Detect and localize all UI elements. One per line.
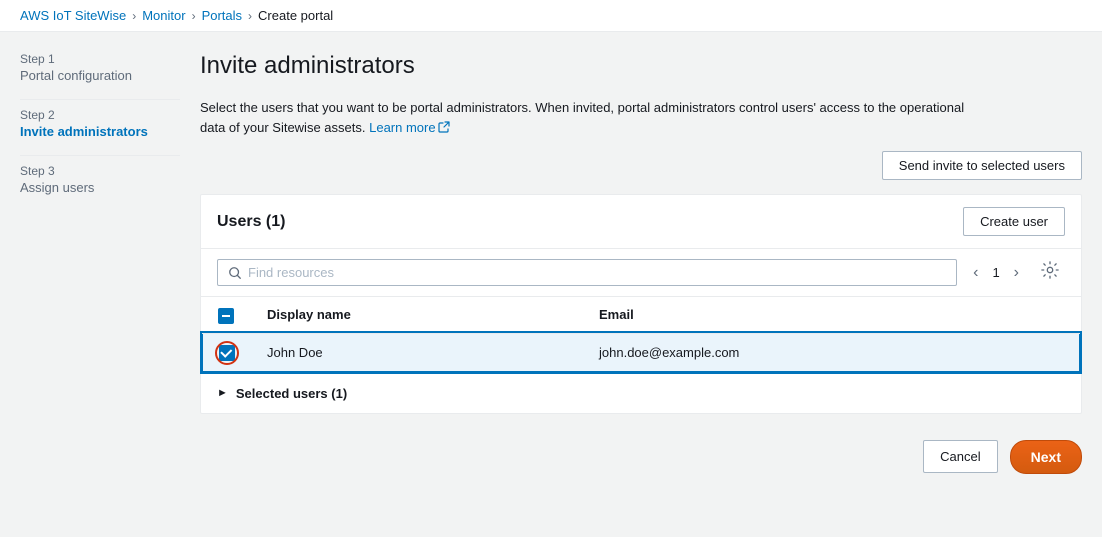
- page-wrapper: AWS IoT SiteWise › Monitor › Portals › C…: [0, 0, 1102, 537]
- table-settings-button[interactable]: [1035, 259, 1065, 286]
- next-button[interactable]: Next: [1010, 440, 1082, 474]
- search-icon: [228, 266, 242, 280]
- table-header-row: Display name Email: [202, 297, 1080, 333]
- breadcrumb-sep-2: ›: [192, 9, 196, 23]
- step-divider-1: [20, 99, 180, 100]
- page-description: Select the users that you want to be por…: [200, 98, 980, 137]
- breadcrumb-iot-sitewise[interactable]: AWS IoT SiteWise: [20, 8, 126, 23]
- step-1-label: Portal configuration: [20, 68, 180, 83]
- display-name-header: Display name: [251, 297, 583, 333]
- sidebar: Step 1 Portal configuration Step 2 Invit…: [20, 52, 180, 517]
- main-layout: Step 1 Portal configuration Step 2 Invit…: [0, 32, 1102, 537]
- breadcrumb-monitor[interactable]: Monitor: [142, 8, 185, 23]
- external-link-icon: [438, 121, 450, 133]
- bottom-actions: Cancel Next: [200, 428, 1082, 486]
- step-3-label: Assign users: [20, 180, 180, 195]
- select-all-header[interactable]: [202, 297, 251, 333]
- users-card-header: Users (1) Create user: [201, 195, 1081, 249]
- breadcrumb-portals[interactable]: Portals: [202, 8, 242, 23]
- email-cell: john.doe@example.com: [583, 333, 1080, 372]
- toggle-arrow-icon: ►: [217, 387, 228, 399]
- prev-page-button[interactable]: ‹: [967, 262, 984, 284]
- send-invite-row: Send invite to selected users: [200, 151, 1082, 180]
- step-1-number: Step 1: [20, 52, 180, 66]
- step-3-number: Step 3: [20, 164, 180, 178]
- sidebar-step-1: Step 1 Portal configuration: [20, 52, 180, 83]
- selected-users-toggle[interactable]: ► Selected users (1): [217, 386, 1065, 401]
- step-divider-2: [20, 155, 180, 156]
- row-checkbox-wrapper[interactable]: [219, 345, 235, 361]
- select-all-checkbox[interactable]: [218, 308, 234, 324]
- pagination: ‹ 1 ›: [967, 262, 1025, 284]
- users-table: Display name Email Joh: [201, 297, 1081, 373]
- settings-icon: [1041, 261, 1059, 279]
- search-box: [217, 259, 957, 286]
- sidebar-step-3: Step 3 Assign users: [20, 164, 180, 195]
- selected-users-section: ► Selected users (1): [201, 373, 1081, 413]
- page-title: Invite administrators: [200, 52, 1082, 80]
- display-name-cell: John Doe: [251, 333, 583, 372]
- cancel-button[interactable]: Cancel: [923, 440, 997, 473]
- step-2-label: Invite administrators: [20, 124, 180, 139]
- current-page: 1: [992, 265, 999, 280]
- users-card-toolbar: ‹ 1 ›: [201, 249, 1081, 297]
- content-area: Invite administrators Select the users t…: [200, 52, 1082, 517]
- table-row[interactable]: John Doe john.doe@example.com: [202, 333, 1080, 372]
- breadcrumb-sep-3: ›: [248, 9, 252, 23]
- checkbox-circle-highlight: [215, 341, 239, 365]
- create-user-button[interactable]: Create user: [963, 207, 1065, 236]
- email-header: Email: [583, 297, 1080, 333]
- learn-more-link[interactable]: Learn more: [369, 118, 449, 138]
- breadcrumb-sep-1: ›: [132, 9, 136, 23]
- step-2-number: Step 2: [20, 108, 180, 122]
- breadcrumb: AWS IoT SiteWise › Monitor › Portals › C…: [0, 0, 1102, 32]
- sidebar-step-2: Step 2 Invite administrators: [20, 108, 180, 139]
- send-invite-button[interactable]: Send invite to selected users: [882, 151, 1082, 180]
- users-card: Users (1) Create user ‹ 1: [200, 194, 1082, 414]
- row-select-cell[interactable]: [202, 333, 251, 372]
- users-title: Users (1): [217, 213, 285, 231]
- selected-users-label: Selected users (1): [236, 386, 347, 401]
- search-input[interactable]: [248, 265, 946, 280]
- next-page-button[interactable]: ›: [1008, 262, 1025, 284]
- breadcrumb-current: Create portal: [258, 8, 333, 23]
